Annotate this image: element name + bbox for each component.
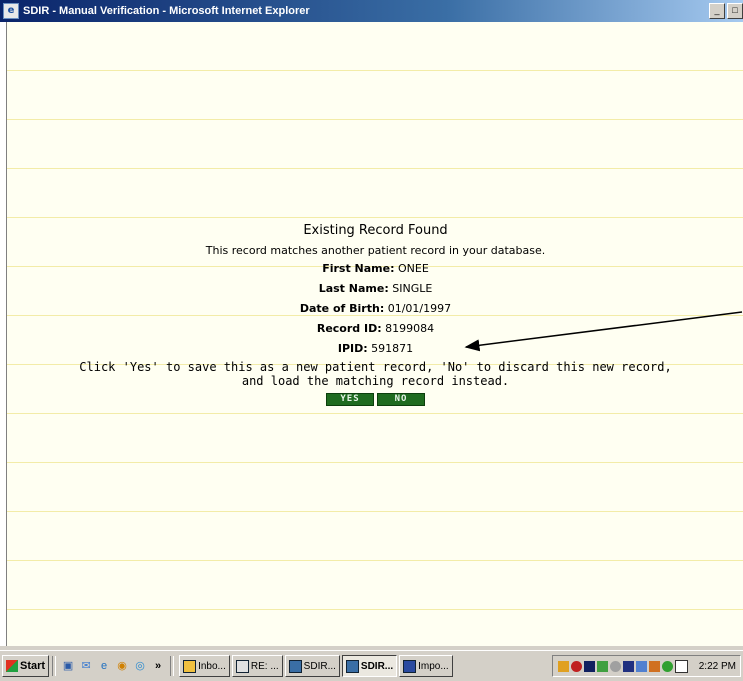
shield-icon[interactable] — [557, 660, 569, 672]
task-label: Inbo... — [198, 660, 226, 672]
taskbar: Start ▣ ✉ e ◉ ◎ » Inbo... RE: ... SDIR..… — [0, 650, 743, 681]
globe-icon[interactable] — [609, 660, 621, 672]
system-tray: 2:22 PM — [551, 655, 741, 677]
task-re[interactable]: RE: ... — [231, 655, 283, 677]
stop-icon[interactable] — [570, 660, 582, 672]
messenger-icon[interactable]: ◎ — [132, 658, 148, 674]
printer-icon[interactable] — [648, 660, 660, 672]
start-button[interactable]: Start — [2, 655, 50, 677]
start-label: Start — [20, 660, 46, 672]
task-sdir-2[interactable]: SDIR... — [341, 655, 398, 677]
calendar-icon — [183, 659, 197, 673]
internet-explorer-icon — [345, 659, 359, 673]
more-chevron[interactable]: » — [150, 658, 166, 674]
task-inbox[interactable]: Inbo... — [179, 655, 230, 677]
task-impo[interactable]: Impo... — [399, 655, 453, 677]
taskbar-separator — [52, 656, 57, 676]
task-sdir-1[interactable]: SDIR... — [284, 655, 340, 677]
task-label: SDIR... — [360, 660, 394, 672]
mail-icon — [235, 659, 249, 673]
clock-icon[interactable] — [661, 660, 673, 672]
monitor-icon[interactable] — [596, 660, 608, 672]
internet-explorer-quicklaunch-icon[interactable]: e — [96, 658, 112, 674]
task-label: SDIR... — [303, 660, 336, 672]
taskbar-separator — [170, 656, 175, 676]
network-icon[interactable] — [635, 660, 647, 672]
windows-logo-icon — [6, 660, 18, 672]
language-icon[interactable] — [622, 660, 634, 672]
word-document-icon — [403, 659, 417, 673]
outlook-icon[interactable]: ✉ — [78, 658, 94, 674]
show-desktop-icon[interactable]: ▣ — [60, 658, 76, 674]
square-icon[interactable] — [583, 660, 595, 672]
internet-explorer-icon — [288, 659, 302, 673]
task-label: RE: ... — [250, 660, 279, 672]
clock: 2:22 PM — [698, 660, 736, 672]
media-player-icon[interactable]: ◉ — [114, 658, 130, 674]
mail-icon[interactable] — [674, 659, 688, 673]
annotation-arrow — [464, 311, 743, 352]
task-label: Impo... — [418, 660, 449, 672]
